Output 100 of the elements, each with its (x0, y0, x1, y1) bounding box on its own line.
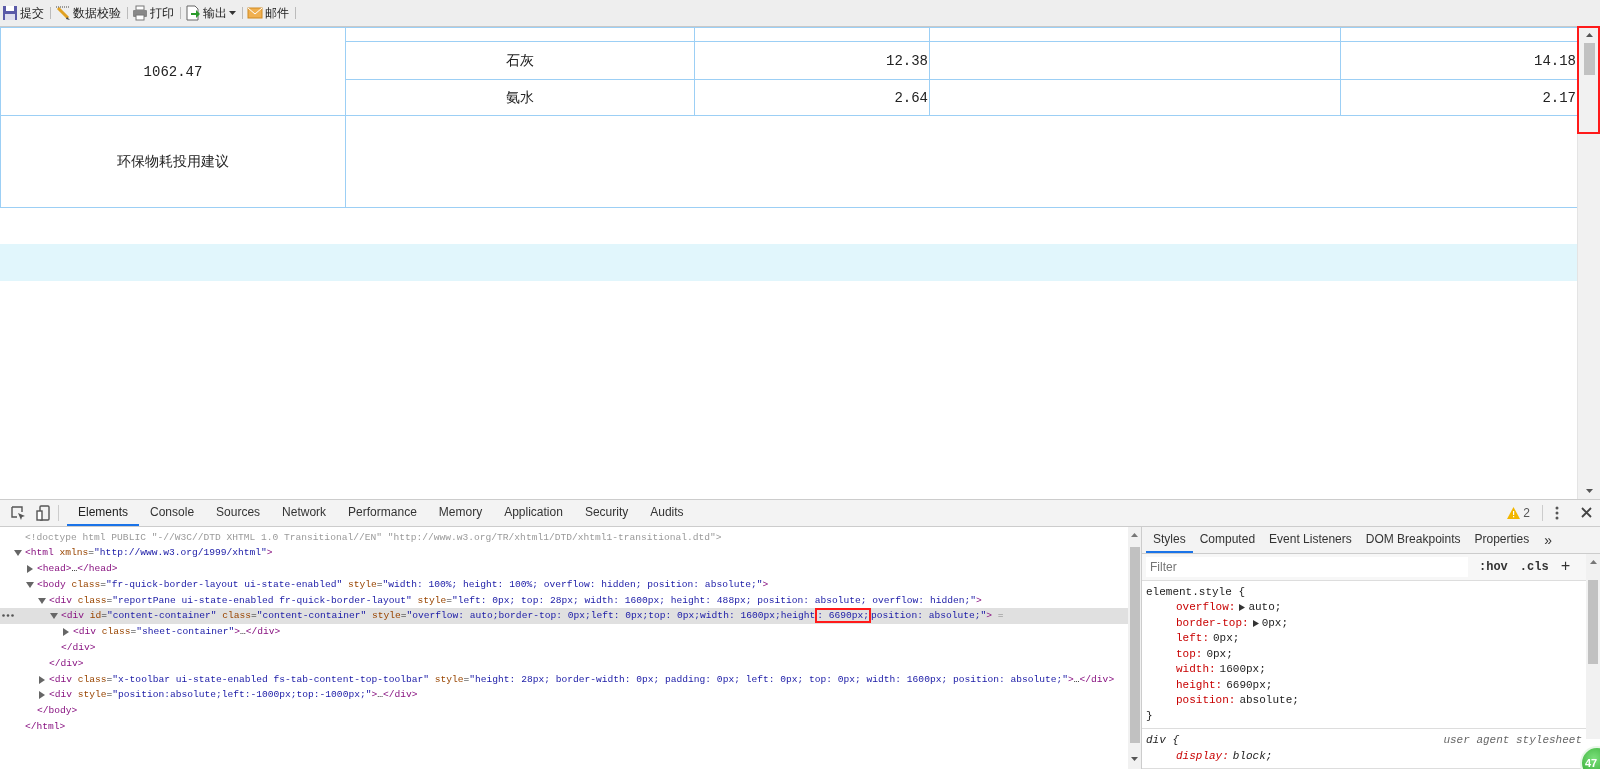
css-property: width: (1176, 662, 1216, 677)
filter-toggle-button[interactable]: + (1559, 557, 1575, 576)
styles-tab[interactable]: Styles (1146, 526, 1193, 553)
styles-tab[interactable]: Event Listeners (1262, 526, 1359, 553)
dom-node-text: </html> (25, 720, 66, 735)
disclosure-triangle-icon[interactable] (38, 675, 46, 684)
device-icon[interactable] (36, 504, 50, 521)
css-property: position: (1176, 693, 1236, 708)
scroll-down-icon[interactable] (1585, 488, 1593, 493)
css-value: 0px; (1261, 615, 1289, 631)
devtools-tab[interactable]: Sources (205, 499, 272, 526)
pencil-icon (55, 5, 71, 22)
toolbar-button[interactable]: 提交 (1, 2, 47, 25)
dom-tree-node[interactable]: <div class="reportPane ui-state-enabled fr-quick-border-layout" style="left: 0px; top: 28px; width: 1600px; height: 488px; position: absolute; overflow: hidden;"> (0, 592, 1128, 609)
inspect-icon[interactable] (10, 504, 26, 521)
css-value: 1600px; (1219, 662, 1266, 677)
printer-icon (132, 5, 148, 22)
dom-node-text: <!doctype html PUBLIC "-//W3C//DTD XHTML 1.0 Transitional//EN" "http://www.w3.org/TR/xhtml1/DTD/xhtml1-transitional.dtd"> (25, 530, 722, 545)
dom-node-text: </div> (49, 656, 84, 671)
scrollbar-thumb[interactable] (1129, 546, 1140, 743)
scrollbar-thumb[interactable] (1588, 579, 1598, 664)
more-tabs-button[interactable]: » (1536, 531, 1560, 548)
styles-tab[interactable]: DOM Breakpoints (1358, 526, 1468, 553)
css-value: 6690px; (1226, 677, 1273, 693)
disclosure-triangle-icon[interactable] (26, 565, 34, 574)
dom-tree-node[interactable]: <html xmlns="http://www.w3.org/1999/xhtml"> (0, 545, 1128, 562)
dom-node-text: <div class="sheet-container">…</div> (73, 625, 281, 640)
styles-tab[interactable]: Properties (1467, 526, 1537, 553)
scroll-up-icon[interactable] (1585, 33, 1593, 38)
dom-node-text: <div id="content-container" class="content-container" style="overflow: auto;border-top: 0px;left: 0px;top: 0px;width: 1600px;height : 6690px; position: absolute;"> = (61, 608, 1004, 625)
devtools-tab[interactable]: Security (573, 499, 640, 526)
devtools-tab[interactable]: Application (493, 499, 574, 526)
disclosure-triangle-icon[interactable] (38, 596, 46, 605)
disclosure-triangle-icon[interactable] (62, 628, 70, 637)
table-cell: 氨水 (345, 79, 695, 116)
dom-node-text: <html xmlns="http://www.w3.org/1999/xhtml"> (25, 546, 273, 561)
css-value: 0px; (1206, 646, 1233, 662)
dom-node-text: <div style="position:absolute;left:-1000px;top:-1000px;">…</div> (49, 688, 418, 703)
devtools-tab[interactable]: Memory (427, 499, 494, 526)
toolbar-button[interactable]: 数据校验 (54, 2, 124, 25)
table-cell: 12.38 (694, 41, 930, 80)
dom-tree-node[interactable]: <body class="fr-quick-border-layout ui-state-enabled" style="width: 100%; height: 100%; overflow: hidden; position: absolute;"> (0, 576, 1128, 593)
disclosure-triangle-icon[interactable] (26, 580, 34, 589)
devtools-tab[interactable]: Console (139, 499, 206, 526)
dom-node-text: <body class="fr-quick-border-layout ui-state-enabled" style="width: 100%; height: 100%; overflow: hidden; position: absolute;"> (37, 577, 769, 592)
dom-tree-node[interactable]: <div style="position:absolute;left:-1000px;top:-1000px;">…</div> (0, 687, 1128, 704)
scrollbar[interactable] (1128, 526, 1142, 769)
toolbar-button[interactable]: 邮件 (246, 2, 292, 25)
toolbar-button[interactable]: 输出 (184, 2, 239, 25)
devtools-tab[interactable]: Elements (67, 499, 140, 526)
menu-icon[interactable] (1555, 505, 1559, 520)
css-selector: element.style { (1146, 584, 1246, 600)
filter-field[interactable]: Filter (1146, 556, 1468, 577)
table-cell: 石灰 (345, 41, 695, 80)
devtools-tab[interactable]: Performance (337, 499, 428, 526)
warning-count[interactable]: 2 (1523, 505, 1530, 520)
disclosure-triangle-icon[interactable] (14, 549, 22, 558)
css-value: auto; (1248, 600, 1282, 615)
table-cell: 2.64 (694, 79, 930, 116)
dom-node-text: <div class="reportPane ui-state-enabled fr-quick-border-layout" style="left: 0px; top: 28px; width: 1600px; height: 488px; position: absolute; overflow: hidden;"> (49, 593, 982, 608)
filter-toggle-button[interactable]: :hov (1478, 559, 1509, 574)
dom-tree-node[interactable]: <div class="x-toolbar ui-state-enabled fs-tab-content-top-toolbar" style="height: 28px; border-width: 0px; padding: 0px; left: 0px; top: 0px; width: 1600px; position: absolute;">…</div> (0, 671, 1128, 688)
more-icon[interactable] (2, 614, 14, 618)
disclosure-triangle-icon[interactable] (38, 691, 46, 700)
filter-toggle-button[interactable]: .cls (1518, 559, 1550, 574)
dom-node-text: <head>…</head> (37, 562, 118, 577)
save-icon (2, 5, 18, 22)
scrollbar[interactable] (1586, 553, 1600, 739)
css-property: height: (1176, 677, 1223, 693)
stylesheet-source: user agent stylesheet (1443, 733, 1582, 748)
css-property: left: (1176, 631, 1209, 646)
css-property: border-top: (1176, 615, 1249, 631)
scroll-down-icon[interactable] (1131, 757, 1138, 761)
devtools-tab[interactable]: Audits (639, 499, 695, 526)
styles-tab[interactable]: Computed (1192, 526, 1263, 553)
dom-node-text: <div class="x-toolbar ui-state-enabled fs-tab-content-top-toolbar" style="height: 28px; border-width: 0px; padding: 0px; left: 0px; top: 0px; width: 1600px; position: absolute;">…</div> (49, 672, 1115, 687)
dom-tree-node[interactable]: <div class="sheet-container">…</div> (0, 624, 1128, 641)
scroll-up-icon[interactable] (1131, 532, 1138, 537)
scrollbar[interactable] (1577, 27, 1600, 499)
css-value: block; (1232, 748, 1273, 764)
table-cell: 1062.47 (0, 27, 346, 116)
css-value: 0px; (1213, 631, 1240, 646)
css-selector: div { (1146, 733, 1179, 748)
dom-node-text: </div> (61, 641, 96, 656)
css-rule-end: } (1146, 708, 1154, 724)
dom-tree-node[interactable]: <head>…</head> (0, 561, 1128, 577)
devtools-tab[interactable]: Network (271, 499, 338, 526)
dom-tree-node[interactable]: <div id="content-container" class="content-container" style="overflow: auto;border-top: 0px;left: 0px;top: 0px;width: 1600px;height : 6690px; position: absolute;"> = (0, 608, 1128, 625)
export-icon (185, 5, 201, 22)
toolbar-button[interactable]: 打印 (131, 2, 177, 25)
table-cell: 环保物耗投用建议 (0, 115, 346, 208)
css-property: overflow: (1176, 600, 1236, 615)
css-value: absolute; (1239, 693, 1299, 708)
css-property: display: (1176, 748, 1229, 764)
dom-node-text: </body> (37, 704, 78, 719)
scroll-up-icon[interactable] (1589, 559, 1597, 564)
scrollbar-thumb[interactable] (1583, 43, 1595, 76)
css-property: top: (1176, 646, 1203, 662)
envelope-icon (247, 5, 263, 22)
close-icon[interactable] (1581, 507, 1592, 518)
